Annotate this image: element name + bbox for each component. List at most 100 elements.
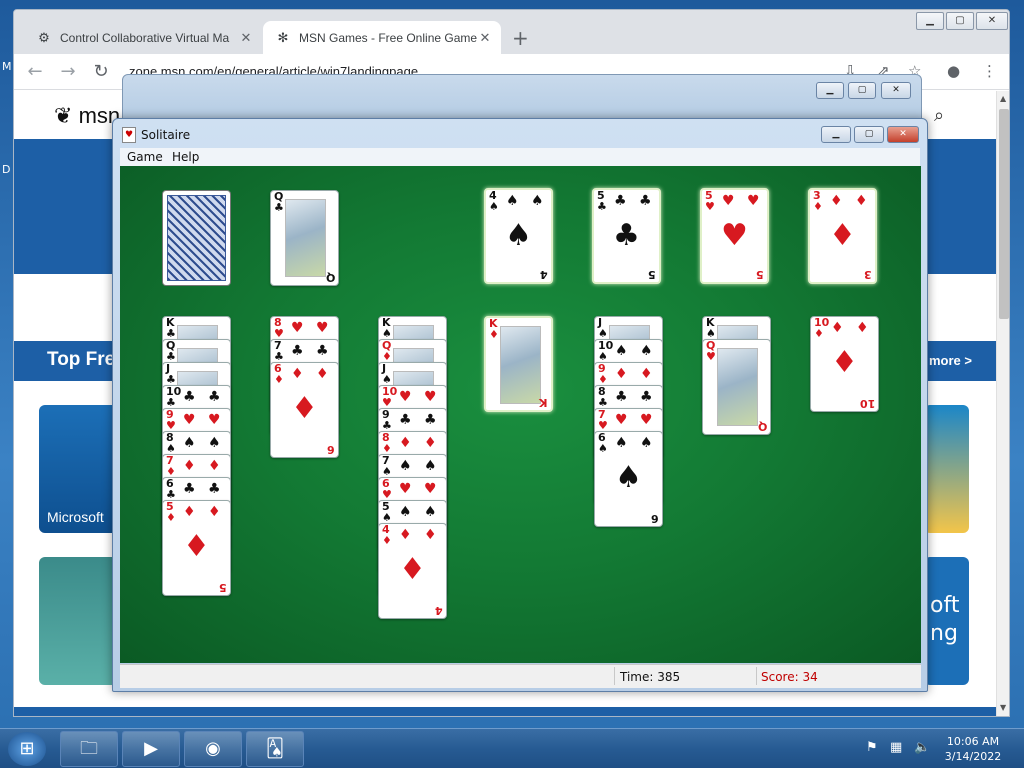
card-pip-row: ♠ ♠	[615, 435, 657, 451]
card-pip-icon: ♦	[829, 218, 856, 253]
foundation-pile-4[interactable]: 3 ♦ ♦ ♦ ♦ 3	[808, 188, 877, 284]
chrome-icon[interactable]: ◉	[184, 731, 242, 767]
maximize-button[interactable]: ▢	[946, 12, 974, 30]
foundation-pile-2[interactable]: 5 ♣ ♣ ♣ ♣ 5	[592, 188, 661, 284]
card-artwork	[500, 326, 541, 404]
section-title: Top Fre	[47, 349, 116, 370]
start-button[interactable]: ⊞	[8, 732, 46, 766]
game-thumbnail[interactable]	[39, 557, 119, 685]
scroll-down-icon[interactable]: ▼	[1000, 703, 1006, 712]
card-suit-icon: ♦	[813, 200, 823, 213]
card-suit-icon: ♥	[382, 488, 392, 501]
close-button[interactable]: ✕	[887, 126, 919, 143]
tableau-2-card[interactable]: 6 ♦ ♦ ♦ ♦ 6	[270, 362, 339, 458]
tableau-4-card[interactable]: K ♦ K	[484, 316, 553, 412]
network-icon[interactable]: ▦	[890, 740, 902, 755]
card-rank-bottom: 5	[756, 268, 764, 281]
scroll-thumb[interactable]	[999, 109, 1009, 319]
minimize-button[interactable]: ▁	[821, 126, 851, 143]
msn-logo[interactable]: ❦ msn	[54, 103, 120, 129]
stock-pile[interactable]	[162, 190, 231, 286]
divider	[614, 667, 615, 685]
forward-icon[interactable]: →	[57, 61, 79, 82]
close-tab-icon[interactable]: ✕	[477, 30, 493, 46]
tableau-5-card[interactable]: 6 ♠ ♠ ♠ ♠ 6	[594, 431, 663, 527]
card-pip-row: ♠ ♠	[615, 343, 657, 359]
solitaire-taskbar-icon[interactable]: 🂡	[246, 731, 304, 767]
search-icon[interactable]: ⌕	[934, 105, 944, 126]
game-thumbnail[interactable]	[924, 405, 969, 533]
foundation-pile-3[interactable]: 5 ♥ ♥ ♥ ♥ 5	[700, 188, 769, 284]
tab-label: Control Collaborative Virtual Ma	[60, 30, 230, 45]
card-suit-icon: ♣	[166, 373, 176, 386]
card-artwork	[717, 348, 758, 426]
tableau-7-card[interactable]: 10 ♦ ♦ ♦ ♦ 10	[810, 316, 879, 412]
page-scrollbar[interactable]: ▲ ▼	[996, 91, 1009, 716]
card-suit-icon: ♦	[489, 328, 499, 341]
menu-icon[interactable]: ⋮	[982, 62, 997, 80]
card-pip-row: ♥ ♥	[399, 481, 441, 497]
card-suit-icon: ♥	[382, 396, 392, 409]
card-rank-bottom: 10	[859, 397, 875, 410]
close-button[interactable]: ✕	[881, 82, 911, 99]
close-tab-icon[interactable]: ✕	[238, 30, 254, 46]
close-button[interactable]: ✕	[976, 12, 1008, 30]
card-suit-icon: ♣	[597, 200, 607, 213]
new-tab-button[interactable]: +	[512, 26, 529, 50]
maximize-button[interactable]: ▢	[848, 82, 876, 99]
card-pip-row: ♥ ♥	[183, 412, 225, 428]
card-rank-bottom: 4	[540, 268, 548, 281]
minimize-button[interactable]: ▁	[916, 12, 944, 30]
media-player-icon[interactable]: ▶	[122, 731, 180, 767]
profile-icon[interactable]: ●	[947, 62, 960, 80]
game-caption: oft	[930, 593, 960, 618]
reload-icon[interactable]: ↻	[90, 61, 112, 82]
card-rank-bottom: 6	[651, 512, 659, 525]
card-suit-icon: ♣	[274, 350, 284, 363]
maximize-button[interactable]: ▢	[854, 126, 884, 143]
card-suit-icon: ♦	[382, 442, 392, 455]
card-rank-bottom: 5	[219, 581, 227, 594]
game-table: Q♣Q4♠♠♠ ♠45♣♣♣ ♣55♥♥♥ ♥53♦♦♦ ♦3K♣KQ♣QJ♣J…	[120, 166, 921, 663]
menu-game[interactable]: Game	[127, 150, 163, 164]
card-suit-icon: ♠	[598, 327, 608, 340]
tableau-6-card[interactable]: Q ♥ Q	[702, 339, 771, 435]
vm-icon: ⚙	[38, 29, 50, 45]
card-suit-icon: ♣	[166, 396, 176, 409]
explorer-icon[interactable]: 🗀	[60, 731, 118, 767]
card-suit-icon: ♦	[598, 373, 608, 386]
action-center-icon[interactable]: ⚑	[866, 740, 878, 755]
card-pip-icon: ♥	[721, 218, 748, 253]
card-rank-bottom: 4	[435, 604, 443, 617]
game-thumbnail[interactable]: Microsoft	[39, 405, 119, 533]
card-suit-icon: ♠	[489, 200, 499, 213]
card-pip-row: ♦ ♦	[291, 366, 333, 382]
tableau-3-card[interactable]: 4 ♦ ♦ ♦ ♦ 4	[378, 523, 447, 619]
card-suit-icon: ♥	[705, 200, 715, 213]
more-link[interactable]: more >	[929, 353, 972, 368]
divider	[756, 667, 757, 685]
taskbar: ⊞ 🗀 ▶ ◉ 🂡 ⚑ ▦ 🔈 10:06 AM 3/14/2022	[0, 728, 1024, 768]
msn-icon: ✻	[277, 29, 289, 45]
menu-bar: Game Help	[120, 148, 920, 166]
back-icon[interactable]: ←	[24, 61, 46, 82]
tab-msn-games[interactable]: ✻ MSN Games - Free Online Game ✕	[263, 21, 501, 54]
card-pip-row: ♦ ♦	[831, 320, 873, 336]
card-suit-icon: ♦	[382, 534, 392, 547]
clock[interactable]: 10:06 AM 3/14/2022	[938, 734, 1008, 764]
waste-pile-card[interactable]: Q ♣ Q	[270, 190, 339, 286]
tableau-1-card[interactable]: 5 ♦ ♦ ♦ ♦ 5	[162, 500, 231, 596]
volume-icon[interactable]: 🔈	[914, 740, 930, 755]
card-pip-row: ♦ ♦	[183, 504, 225, 520]
minimize-button[interactable]: ▁	[816, 82, 844, 99]
clock-date: 3/14/2022	[944, 750, 1002, 763]
scroll-up-icon[interactable]: ▲	[1000, 94, 1006, 103]
card-pip-row: ♦ ♦	[399, 527, 441, 543]
menu-help[interactable]: Help	[172, 150, 199, 164]
tab-virtual-machine[interactable]: ⚙ Control Collaborative Virtual Ma ✕	[24, 21, 262, 54]
card-pip-row: ♥ ♥	[291, 320, 333, 336]
card-suit-icon: ♦	[166, 511, 176, 524]
time-display: Time: 385	[620, 670, 681, 684]
game-thumbnail[interactable]: oft ng	[924, 557, 969, 685]
foundation-pile-1[interactable]: 4 ♠ ♠ ♠ ♠ 4	[484, 188, 553, 284]
